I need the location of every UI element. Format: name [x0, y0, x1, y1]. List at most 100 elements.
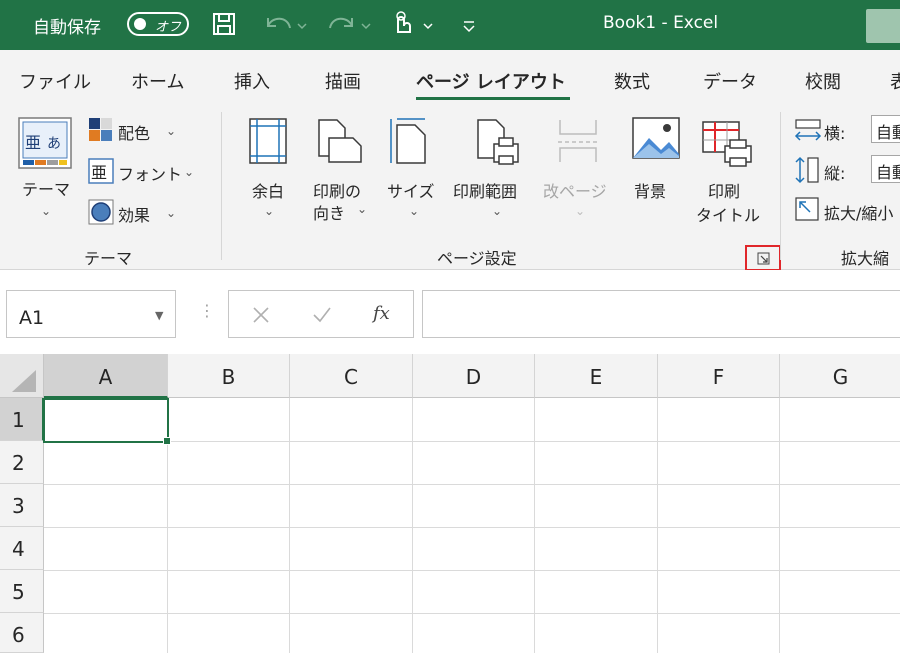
- column-header-d[interactable]: D: [413, 354, 535, 398]
- active-cell-a1[interactable]: [43, 398, 169, 443]
- tab-file[interactable]: ファイル: [19, 68, 91, 94]
- customize-qat-icon[interactable]: [460, 10, 480, 40]
- column-header-g[interactable]: G: [780, 354, 900, 398]
- print-area-label[interactable]: 印刷範囲: [453, 178, 517, 202]
- ribbon-tabs: ファイル ホーム 挿入 描画 ページ レイアウト 数式 データ 校閲 表: [0, 50, 900, 102]
- width-select[interactable]: 自動: [871, 115, 900, 143]
- height-value: 自動: [876, 163, 900, 182]
- insert-function-button[interactable]: fx: [373, 303, 390, 324]
- background-icon[interactable]: [631, 116, 681, 166]
- svg-text:あ: あ: [47, 136, 61, 152]
- select-all-button[interactable]: [0, 354, 44, 398]
- chevron-down-icon: ⌄: [409, 204, 420, 218]
- formula-buttons: fx: [228, 290, 414, 338]
- scale-icon: [794, 196, 822, 228]
- gridline: [44, 527, 900, 528]
- page-setup-dialog-launcher[interactable]: [745, 245, 781, 271]
- enter-icon[interactable]: [311, 305, 333, 325]
- margins-label[interactable]: 余白: [252, 178, 284, 202]
- name-box-value: A1: [19, 307, 45, 329]
- chevron-down-icon: ⌄: [492, 204, 503, 218]
- toggle-knob: [134, 18, 146, 30]
- gridline: [44, 484, 900, 485]
- background-label[interactable]: 背景: [634, 178, 666, 202]
- themes-button-label[interactable]: テーマ: [22, 176, 70, 200]
- print-area-icon[interactable]: [474, 116, 524, 172]
- document-title: Book1 - Excel: [603, 13, 719, 33]
- formula-bar-grip-icon[interactable]: ⋮: [199, 301, 215, 320]
- autosave-toggle[interactable]: オフ: [127, 12, 189, 36]
- tab-view[interactable]: 表: [890, 68, 900, 94]
- undo-icon[interactable]: [262, 10, 310, 40]
- chevron-down-icon[interactable]: ▼: [155, 309, 163, 322]
- gridline: [412, 398, 413, 653]
- effects-icon[interactable]: [87, 198, 115, 230]
- breaks-icon: [556, 116, 602, 170]
- autosave-state: オフ: [155, 20, 182, 35]
- chevron-down-icon: ⌄: [166, 206, 177, 220]
- breaks-label: 改ページ: [543, 182, 607, 201]
- save-icon[interactable]: [212, 10, 238, 40]
- row-header-1[interactable]: 1: [0, 398, 44, 441]
- height-icon: [794, 156, 822, 188]
- tab-draw[interactable]: 描画: [325, 68, 361, 94]
- width-label: 横:: [824, 124, 846, 143]
- tab-formulas[interactable]: 数式: [614, 68, 650, 94]
- effects-label[interactable]: 効果: [118, 202, 150, 226]
- themes-icon[interactable]: 亜あ: [17, 116, 75, 176]
- orientation-icon[interactable]: [315, 116, 365, 170]
- gridline: [44, 613, 900, 614]
- page-setup-group-label: ページ設定: [437, 249, 517, 268]
- autosave-label: 自動保存: [33, 18, 101, 38]
- name-box[interactable]: A1 ▼: [6, 290, 176, 338]
- tab-review[interactable]: 校閲: [805, 68, 841, 94]
- row-header-3[interactable]: 3: [0, 484, 44, 527]
- cancel-icon[interactable]: [251, 305, 271, 325]
- orientation-label-line2[interactable]: 向き: [313, 200, 345, 224]
- print-titles-label-line2[interactable]: タイトル: [696, 202, 760, 226]
- chevron-down-icon: ⌄: [264, 204, 275, 218]
- tab-insert[interactable]: 挿入: [234, 68, 270, 94]
- column-header-e[interactable]: E: [535, 354, 658, 398]
- gridline: [657, 398, 658, 653]
- scale-label[interactable]: 拡大/縮小: [824, 200, 893, 224]
- colors-icon[interactable]: [87, 116, 115, 148]
- tab-home[interactable]: ホーム: [131, 68, 184, 94]
- row-header-4[interactable]: 4: [0, 527, 44, 570]
- chevron-down-icon: ⌄: [41, 204, 52, 218]
- fonts-label[interactable]: フォント: [118, 161, 182, 185]
- active-tab-indicator: [416, 97, 570, 100]
- redo-icon[interactable]: [326, 10, 374, 40]
- group-divider: [780, 112, 781, 260]
- colors-label[interactable]: 配色: [118, 120, 150, 144]
- size-icon[interactable]: [389, 116, 433, 170]
- height-select[interactable]: 自動: [871, 155, 900, 183]
- column-header-a[interactable]: A: [44, 354, 168, 398]
- orientation-label-line1[interactable]: 印刷の: [313, 178, 361, 202]
- fill-handle[interactable]: [163, 437, 171, 445]
- column-header-f[interactable]: F: [658, 354, 780, 398]
- fonts-icon[interactable]: 亜: [87, 157, 115, 189]
- print-titles-icon[interactable]: [701, 120, 755, 172]
- account-button[interactable]: [866, 9, 900, 43]
- row-header-5[interactable]: 5: [0, 570, 44, 613]
- tab-page-layout[interactable]: ページ レイアウト: [416, 68, 566, 94]
- gridline: [44, 570, 900, 571]
- print-titles-label-line1[interactable]: 印刷: [708, 178, 740, 202]
- width-value: 自動: [876, 123, 900, 142]
- column-header-c[interactable]: C: [290, 354, 413, 398]
- svg-text:亜: 亜: [91, 163, 107, 182]
- size-label[interactable]: サイズ: [387, 178, 435, 202]
- scale-group-label: 拡大縮: [841, 249, 890, 268]
- row-header-2[interactable]: 2: [0, 441, 44, 484]
- row-header-6[interactable]: 6: [0, 613, 44, 653]
- formula-input[interactable]: [422, 290, 900, 338]
- tab-data[interactable]: データ: [703, 68, 757, 94]
- title-bar: 自動保存 オフ Book1 - Excel: [0, 0, 900, 50]
- gridline: [534, 398, 535, 653]
- height-label: 縦:: [824, 164, 846, 183]
- touch-mode-icon[interactable]: [390, 10, 440, 40]
- margins-icon[interactable]: [247, 116, 291, 170]
- column-header-b[interactable]: B: [168, 354, 290, 398]
- gridline: [44, 441, 900, 442]
